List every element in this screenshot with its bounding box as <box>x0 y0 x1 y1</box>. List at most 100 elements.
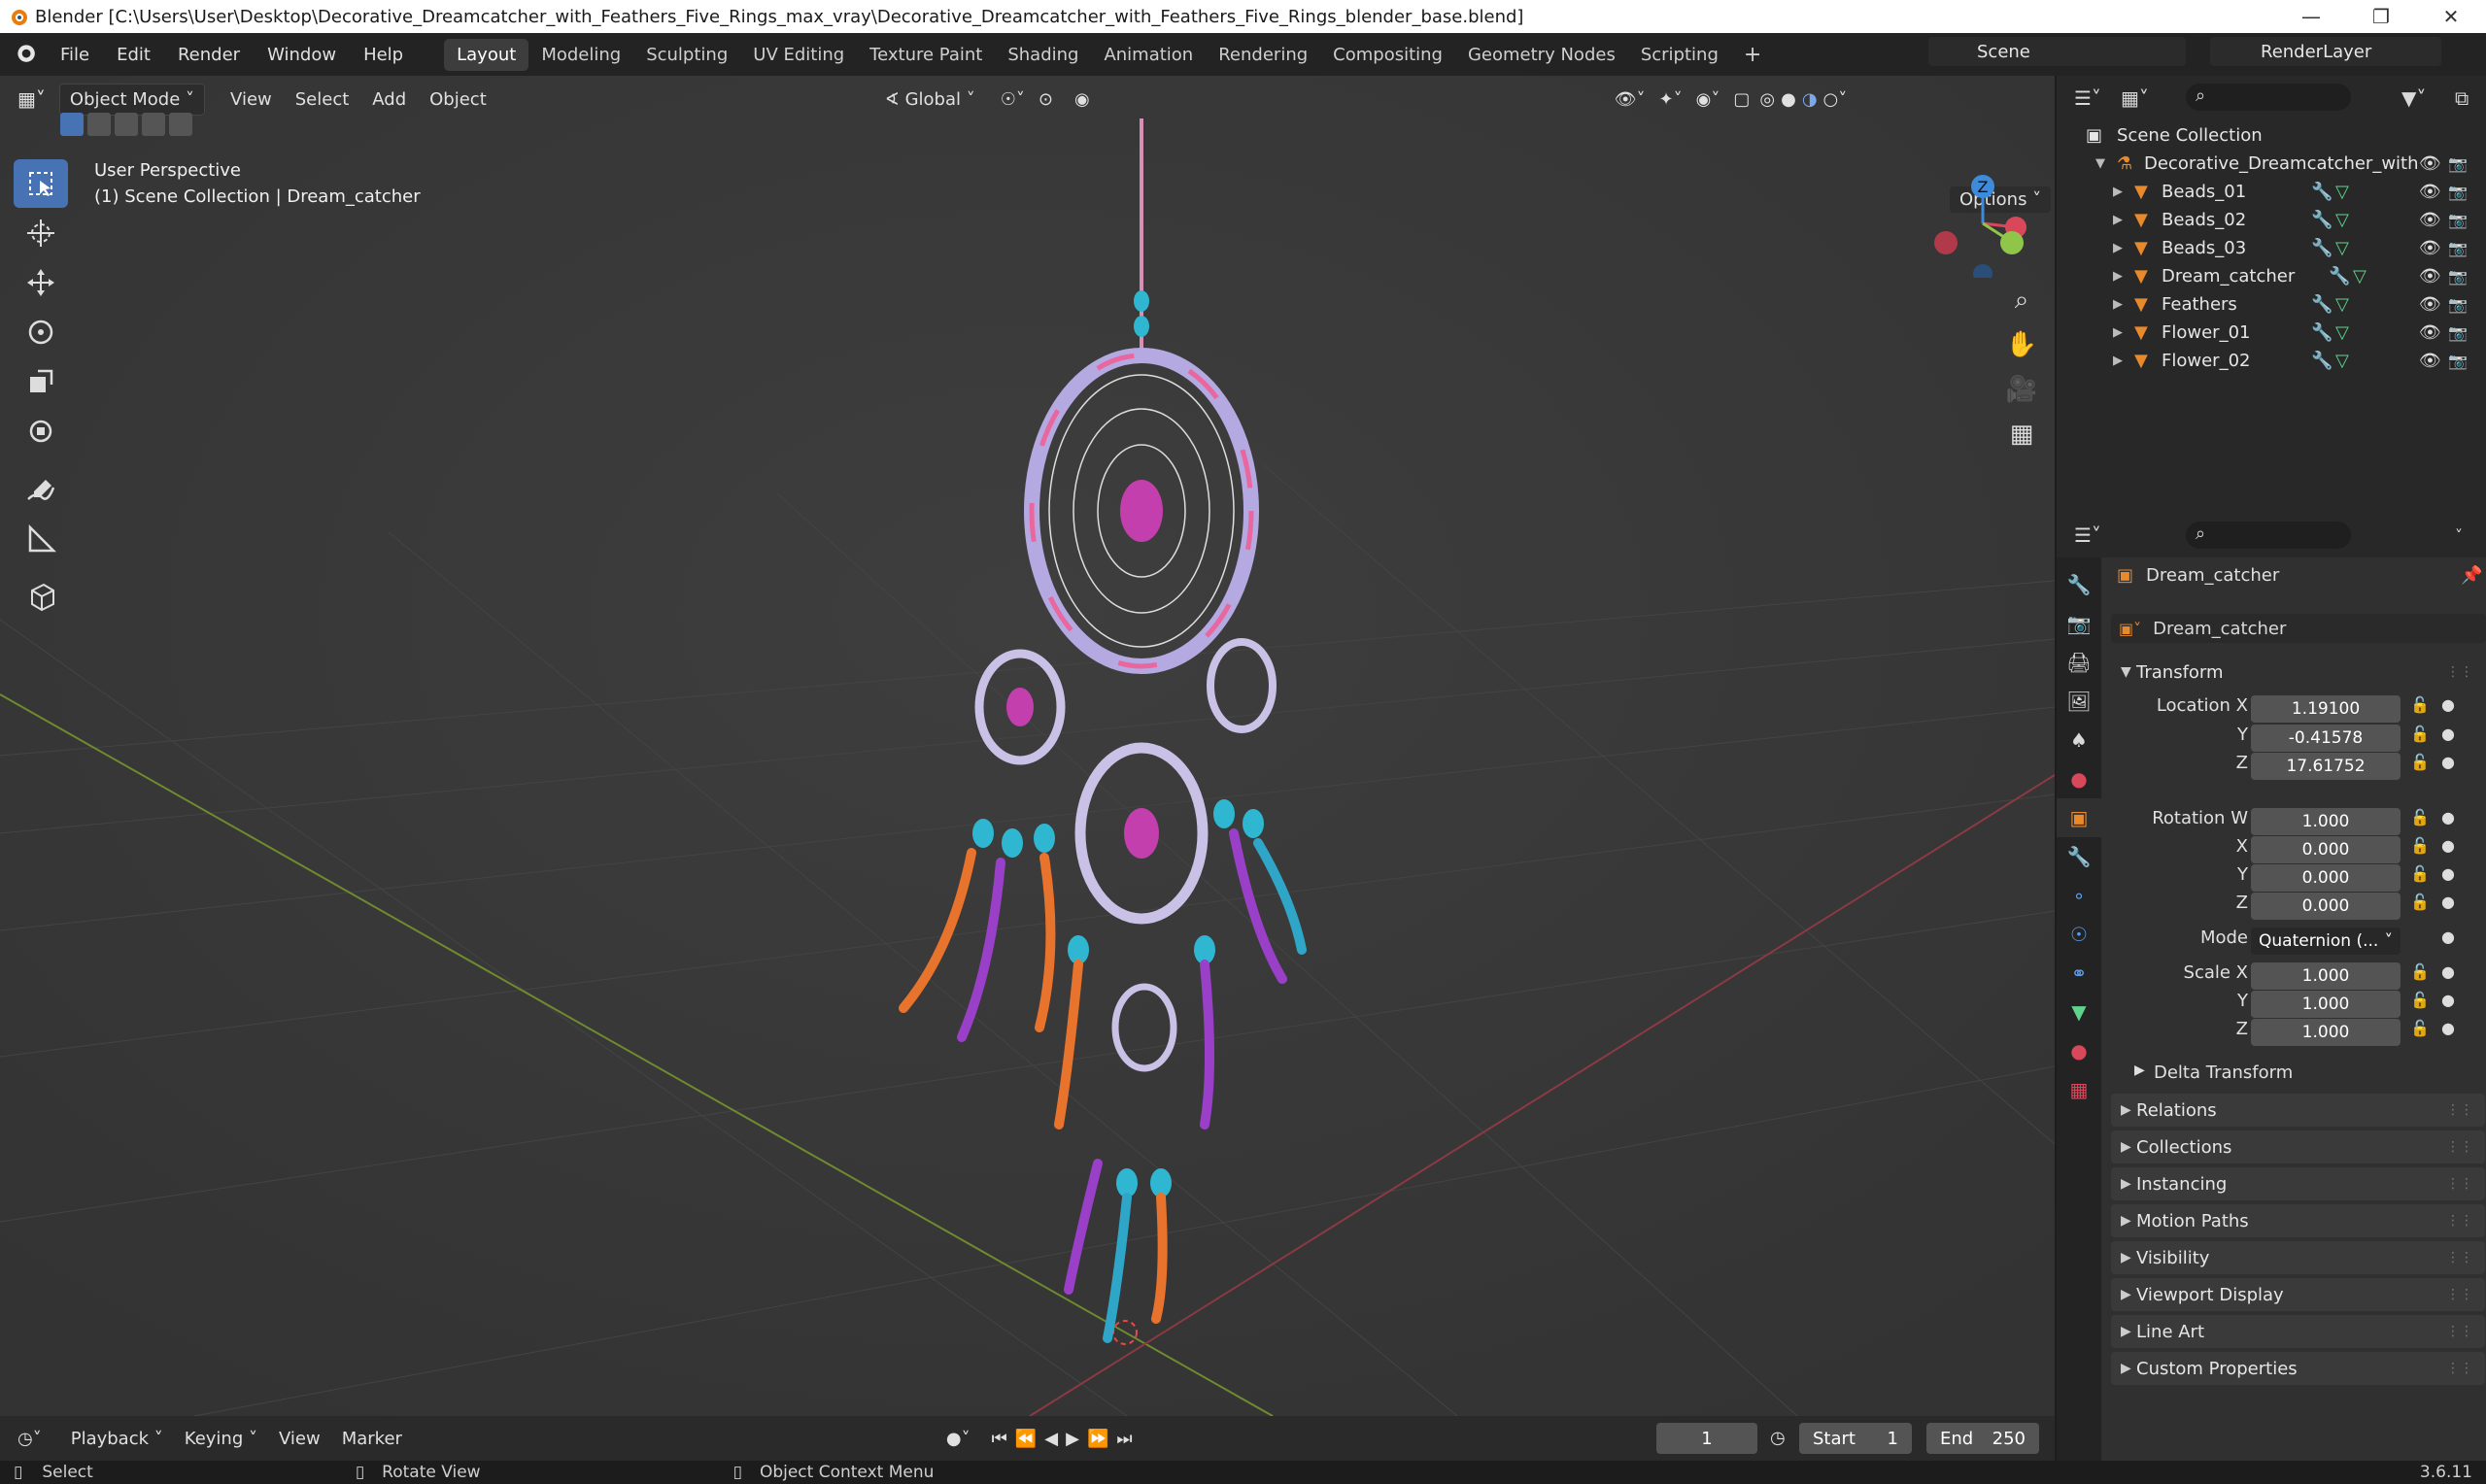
tree-object-row[interactable]: ▶ ▼ Beads_02 🔧 ▽ 👁 📷 <box>2057 206 2486 234</box>
menu-help[interactable]: Help <box>350 45 417 65</box>
lock-icon[interactable]: 🔓 <box>2410 991 2430 1009</box>
modifier-tab-icon[interactable]: 🔧 <box>2057 837 2101 876</box>
keyframe-dot-icon[interactable]: ● <box>2441 836 2455 855</box>
menu-window[interactable]: Window <box>254 45 350 65</box>
outliner-editor-icon[interactable]: ☰˅ <box>2074 86 2101 110</box>
object-tab-icon[interactable]: ▣ <box>2057 798 2101 837</box>
end-frame-field[interactable]: End 250 <box>1926 1423 2039 1454</box>
camera-view-icon[interactable]: 🎥 <box>1999 367 2044 412</box>
modifier-icon[interactable]: 🔧 <box>2311 210 2333 230</box>
rotation-z-field[interactable]: 0.000 <box>2251 893 2401 920</box>
tab-shading[interactable]: Shading <box>995 39 1091 71</box>
measure-tool[interactable] <box>14 516 68 564</box>
3d-viewport[interactable]: ▦˅ Object Mode ˅ View Select Add Object … <box>0 76 2055 1416</box>
menu-timeline-view[interactable]: View <box>279 1429 321 1449</box>
menu-playback[interactable]: Playback ˅ <box>71 1429 163 1449</box>
expand-icon[interactable]: ▶ <box>2113 354 2123 368</box>
expand-icon[interactable]: ▶ <box>2113 185 2123 199</box>
rotation-y-field[interactable]: 0.000 <box>2251 864 2401 892</box>
menu-add[interactable]: Add <box>372 89 406 110</box>
tab-compositing[interactable]: Compositing <box>1320 39 1455 71</box>
zoom-icon[interactable]: ⌕ <box>1999 278 2044 322</box>
scale-x-field[interactable]: 1.000 <box>2251 962 2401 990</box>
restore-icon[interactable]: ❐ <box>2346 0 2416 33</box>
snap-icon[interactable]: ⊙ <box>1039 89 1053 110</box>
tab-animation[interactable]: Animation <box>1091 39 1206 71</box>
filter-icon[interactable]: ▼˅ <box>2401 86 2426 110</box>
menu-keying[interactable]: Keying ˅ <box>185 1429 257 1449</box>
constraints-tab-icon[interactable]: ⚭ <box>2057 954 2101 993</box>
panel-motion-paths[interactable]: ▶ Motion Paths ⋮⋮ <box>2111 1204 2485 1237</box>
tree-object-row[interactable]: ▶ ▼ Beads_01 🔧 ▽ 👁 📷 <box>2057 178 2486 206</box>
output-tab-icon[interactable]: 🖨 <box>2057 643 2101 682</box>
menu-render[interactable]: Render <box>164 45 254 65</box>
jump-start-icon[interactable]: ⏮ <box>992 1429 1007 1449</box>
material-shading-icon[interactable]: ◑ <box>1802 89 1818 110</box>
panel-visibility[interactable]: ▶ Visibility ⋮⋮ <box>2111 1241 2485 1274</box>
panel-instancing[interactable]: ▶ Instancing ⋮⋮ <box>2111 1167 2485 1200</box>
tree-collection[interactable]: ▼ ⚗ Decorative_Dreamcatcher_with 👁 📷 <box>2057 150 2486 178</box>
menu-view[interactable]: View <box>230 89 272 110</box>
next-keyframe-icon[interactable]: ⏩ <box>1087 1429 1108 1449</box>
tree-object-row[interactable]: ▶ ▼ Flower_01 🔧 ▽ 👁 📷 <box>2057 319 2486 347</box>
lock-icon[interactable]: 🔓 <box>2410 808 2430 826</box>
render-camera-icon[interactable]: 📷 <box>2448 352 2468 370</box>
drag-grip-icon[interactable]: ⋮⋮ <box>2446 1139 2473 1155</box>
prev-keyframe-icon[interactable]: ⏪ <box>1015 1429 1037 1449</box>
keyframe-dot-icon[interactable]: ● <box>2441 962 2455 981</box>
render-layer-selector[interactable]: RenderLayer <box>2210 37 2441 66</box>
visibility-eye-icon[interactable]: 👁 <box>2419 238 2441 258</box>
render-camera-icon[interactable]: 📷 <box>2448 267 2468 286</box>
lock-icon[interactable]: 🔓 <box>2410 893 2430 911</box>
drag-grip-icon[interactable]: ⋮⋮ <box>2446 1102 2473 1118</box>
modifier-icon[interactable]: 🔧 <box>2311 238 2333 258</box>
drag-grip-icon[interactable]: ⋮⋮ <box>2446 1324 2473 1339</box>
expand-icon[interactable]: ▶ <box>2113 213 2123 227</box>
texture-tab-icon[interactable]: ▦ <box>2057 1070 2101 1109</box>
solid-shading-icon[interactable]: ● <box>1781 89 1796 110</box>
tab-sculpting[interactable]: Sculpting <box>633 39 740 71</box>
rendered-shading-icon[interactable]: ○˅ <box>1823 89 1848 110</box>
modifier-icon[interactable]: 🔧 <box>2311 294 2333 315</box>
jump-end-icon[interactable]: ⏭ <box>1116 1429 1132 1449</box>
physics-tab-icon[interactable]: ☉ <box>2057 915 2101 954</box>
cursor-tool[interactable] <box>14 209 68 257</box>
xray-icon[interactable]: ▢ <box>1733 89 1750 110</box>
keyframe-dot-icon[interactable]: ● <box>2441 808 2455 826</box>
scene-tab-icon[interactable]: ♠ <box>2057 721 2101 759</box>
data-tab-icon[interactable]: ▼ <box>2057 993 2101 1031</box>
rotation-w-field[interactable]: 1.000 <box>2251 808 2401 835</box>
transform-orientation-dropdown[interactable]: ∢ Global ˅ <box>885 89 975 110</box>
scale-tool[interactable] <box>14 357 68 406</box>
location-x-field[interactable]: 1.19100 <box>2251 695 2401 723</box>
navigation-gizmo[interactable]: Z <box>1928 169 2037 278</box>
display-mode-icon[interactable]: ▦˅ <box>2121 86 2149 110</box>
delta-transform-row[interactable]: ▶ Delta Transform <box>2111 1062 2486 1092</box>
mesh-data-icon[interactable]: ▽ <box>2335 238 2349 258</box>
mesh-data-icon[interactable]: ▽ <box>2353 266 2367 287</box>
expand-icon[interactable]: ▶ <box>2113 269 2123 284</box>
visibility-overlay-icon[interactable]: 👁˅ <box>1615 89 1646 110</box>
visibility-eye-icon[interactable]: 👁 <box>2419 322 2441 343</box>
expand-icon[interactable]: ▶ <box>2113 297 2123 312</box>
play-reverse-icon[interactable]: ◀ <box>1044 1429 1058 1449</box>
pivot-icon[interactable]: ☉˅ <box>1001 89 1025 110</box>
tree-object-row[interactable]: ▶ ▼ Feathers 🔧 ▽ 👁 📷 <box>2057 290 2486 319</box>
view-layer-tab-icon[interactable]: 🖼 <box>2057 682 2101 721</box>
tab-geometry-nodes[interactable]: Geometry Nodes <box>1455 39 1628 71</box>
timeline-editor-icon[interactable]: ◷˅ <box>17 1429 42 1449</box>
material-tab-icon[interactable]: ● <box>2057 1031 2101 1070</box>
tree-object-row[interactable]: ▶ ▼ Beads_03 🔧 ▽ 👁 📷 <box>2057 234 2486 262</box>
start-frame-field[interactable]: Start 1 <box>1799 1423 1912 1454</box>
select-intersect-icon[interactable] <box>169 113 192 136</box>
world-tab-icon[interactable]: ● <box>2057 759 2101 798</box>
select-invert-icon[interactable] <box>142 113 165 136</box>
keyframe-dot-icon[interactable]: ● <box>2441 864 2455 883</box>
object-name-field[interactable]: ▣˅ Dream_catcher <box>2111 614 2486 643</box>
gizmo-toggle-icon[interactable]: ✦˅ <box>1659 89 1683 110</box>
scale-y-field[interactable]: 1.000 <box>2251 991 2401 1018</box>
select-extend-icon[interactable] <box>87 113 111 136</box>
render-camera-icon[interactable]: 📷 <box>2448 154 2468 173</box>
visibility-eye-icon[interactable]: 👁 <box>2419 182 2441 202</box>
select-new-icon[interactable] <box>60 113 84 136</box>
